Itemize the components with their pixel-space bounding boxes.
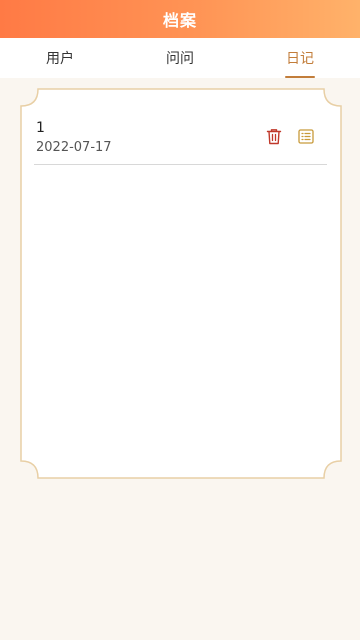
- list-detail-icon: [298, 128, 314, 144]
- tab-label: 问问: [166, 51, 194, 67]
- diary-card: 1 2022-07-17: [20, 88, 342, 479]
- delete-entry-button[interactable]: [264, 126, 284, 146]
- tab-users[interactable]: 用户: [0, 38, 120, 78]
- tab-diary[interactable]: 日记: [240, 38, 360, 78]
- tab-label: 用户: [46, 51, 74, 67]
- tab-questions[interactable]: 问问: [120, 38, 240, 78]
- trash-icon: [266, 128, 282, 144]
- view-entry-button[interactable]: [296, 126, 316, 146]
- diary-entry-date: 2022-07-17: [36, 140, 112, 155]
- app-header: 档案: [0, 0, 360, 38]
- diary-entry[interactable]: 1 2022-07-17: [34, 110, 327, 165]
- tab-bar: 用户 问问 日记: [0, 38, 360, 78]
- active-tab-indicator: [285, 76, 315, 78]
- page-title: 档案: [162, 11, 197, 30]
- diary-entry-title: 1: [36, 120, 45, 136]
- tab-label: 日记: [286, 51, 314, 67]
